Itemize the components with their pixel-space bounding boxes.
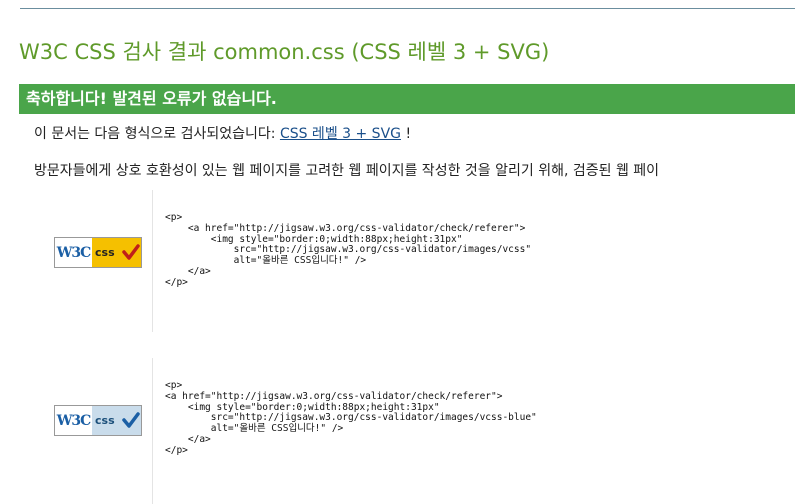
- page-title: W3C CSS 검사 결과 common.css (CSS 레벨 3 + SVG…: [19, 40, 550, 64]
- badge-css-part: css: [92, 238, 141, 267]
- checkmark-icon: [122, 244, 140, 260]
- badge-css-part: css: [92, 406, 141, 435]
- badge-w3c-label: W3C: [55, 238, 92, 267]
- validation-profile-line: 이 문서는 다음 형식으로 검사되었습니다: CSS 레벨 3 + SVG !: [34, 123, 411, 143]
- w3c-css-valid-gold-badge-icon: W3C css: [54, 237, 142, 268]
- badge-w3c-label: W3C: [55, 406, 92, 435]
- profile-link[interactable]: CSS 레벨 3 + SVG: [280, 126, 401, 142]
- badge-code-snippet: <p> <a href="http://jigsaw.w3.org/css-va…: [165, 380, 537, 456]
- badge-info-text: 방문자들에게 상호 호환성이 있는 웹 페이지를 고려한 웹 페이지를 작성한 …: [34, 163, 660, 179]
- block-divider: [152, 190, 153, 332]
- w3c-css-valid-blue-badge-icon: W3C css: [54, 405, 142, 436]
- badge-css-label: css: [95, 414, 115, 427]
- profile-prefix-text: 이 문서는 다음 형식으로 검사되었습니다:: [34, 126, 276, 142]
- checkmark-icon: [122, 412, 140, 428]
- block-divider: [152, 358, 153, 504]
- badge-css-label: css: [95, 246, 115, 259]
- top-divider: [20, 8, 795, 9]
- success-banner: 축하합니다! 발견된 오류가 없습니다.: [19, 84, 795, 114]
- profile-suffix-text: !: [405, 126, 412, 142]
- badge-code-snippet: <p> <a href="http://jigsaw.w3.org/css-va…: [165, 212, 532, 288]
